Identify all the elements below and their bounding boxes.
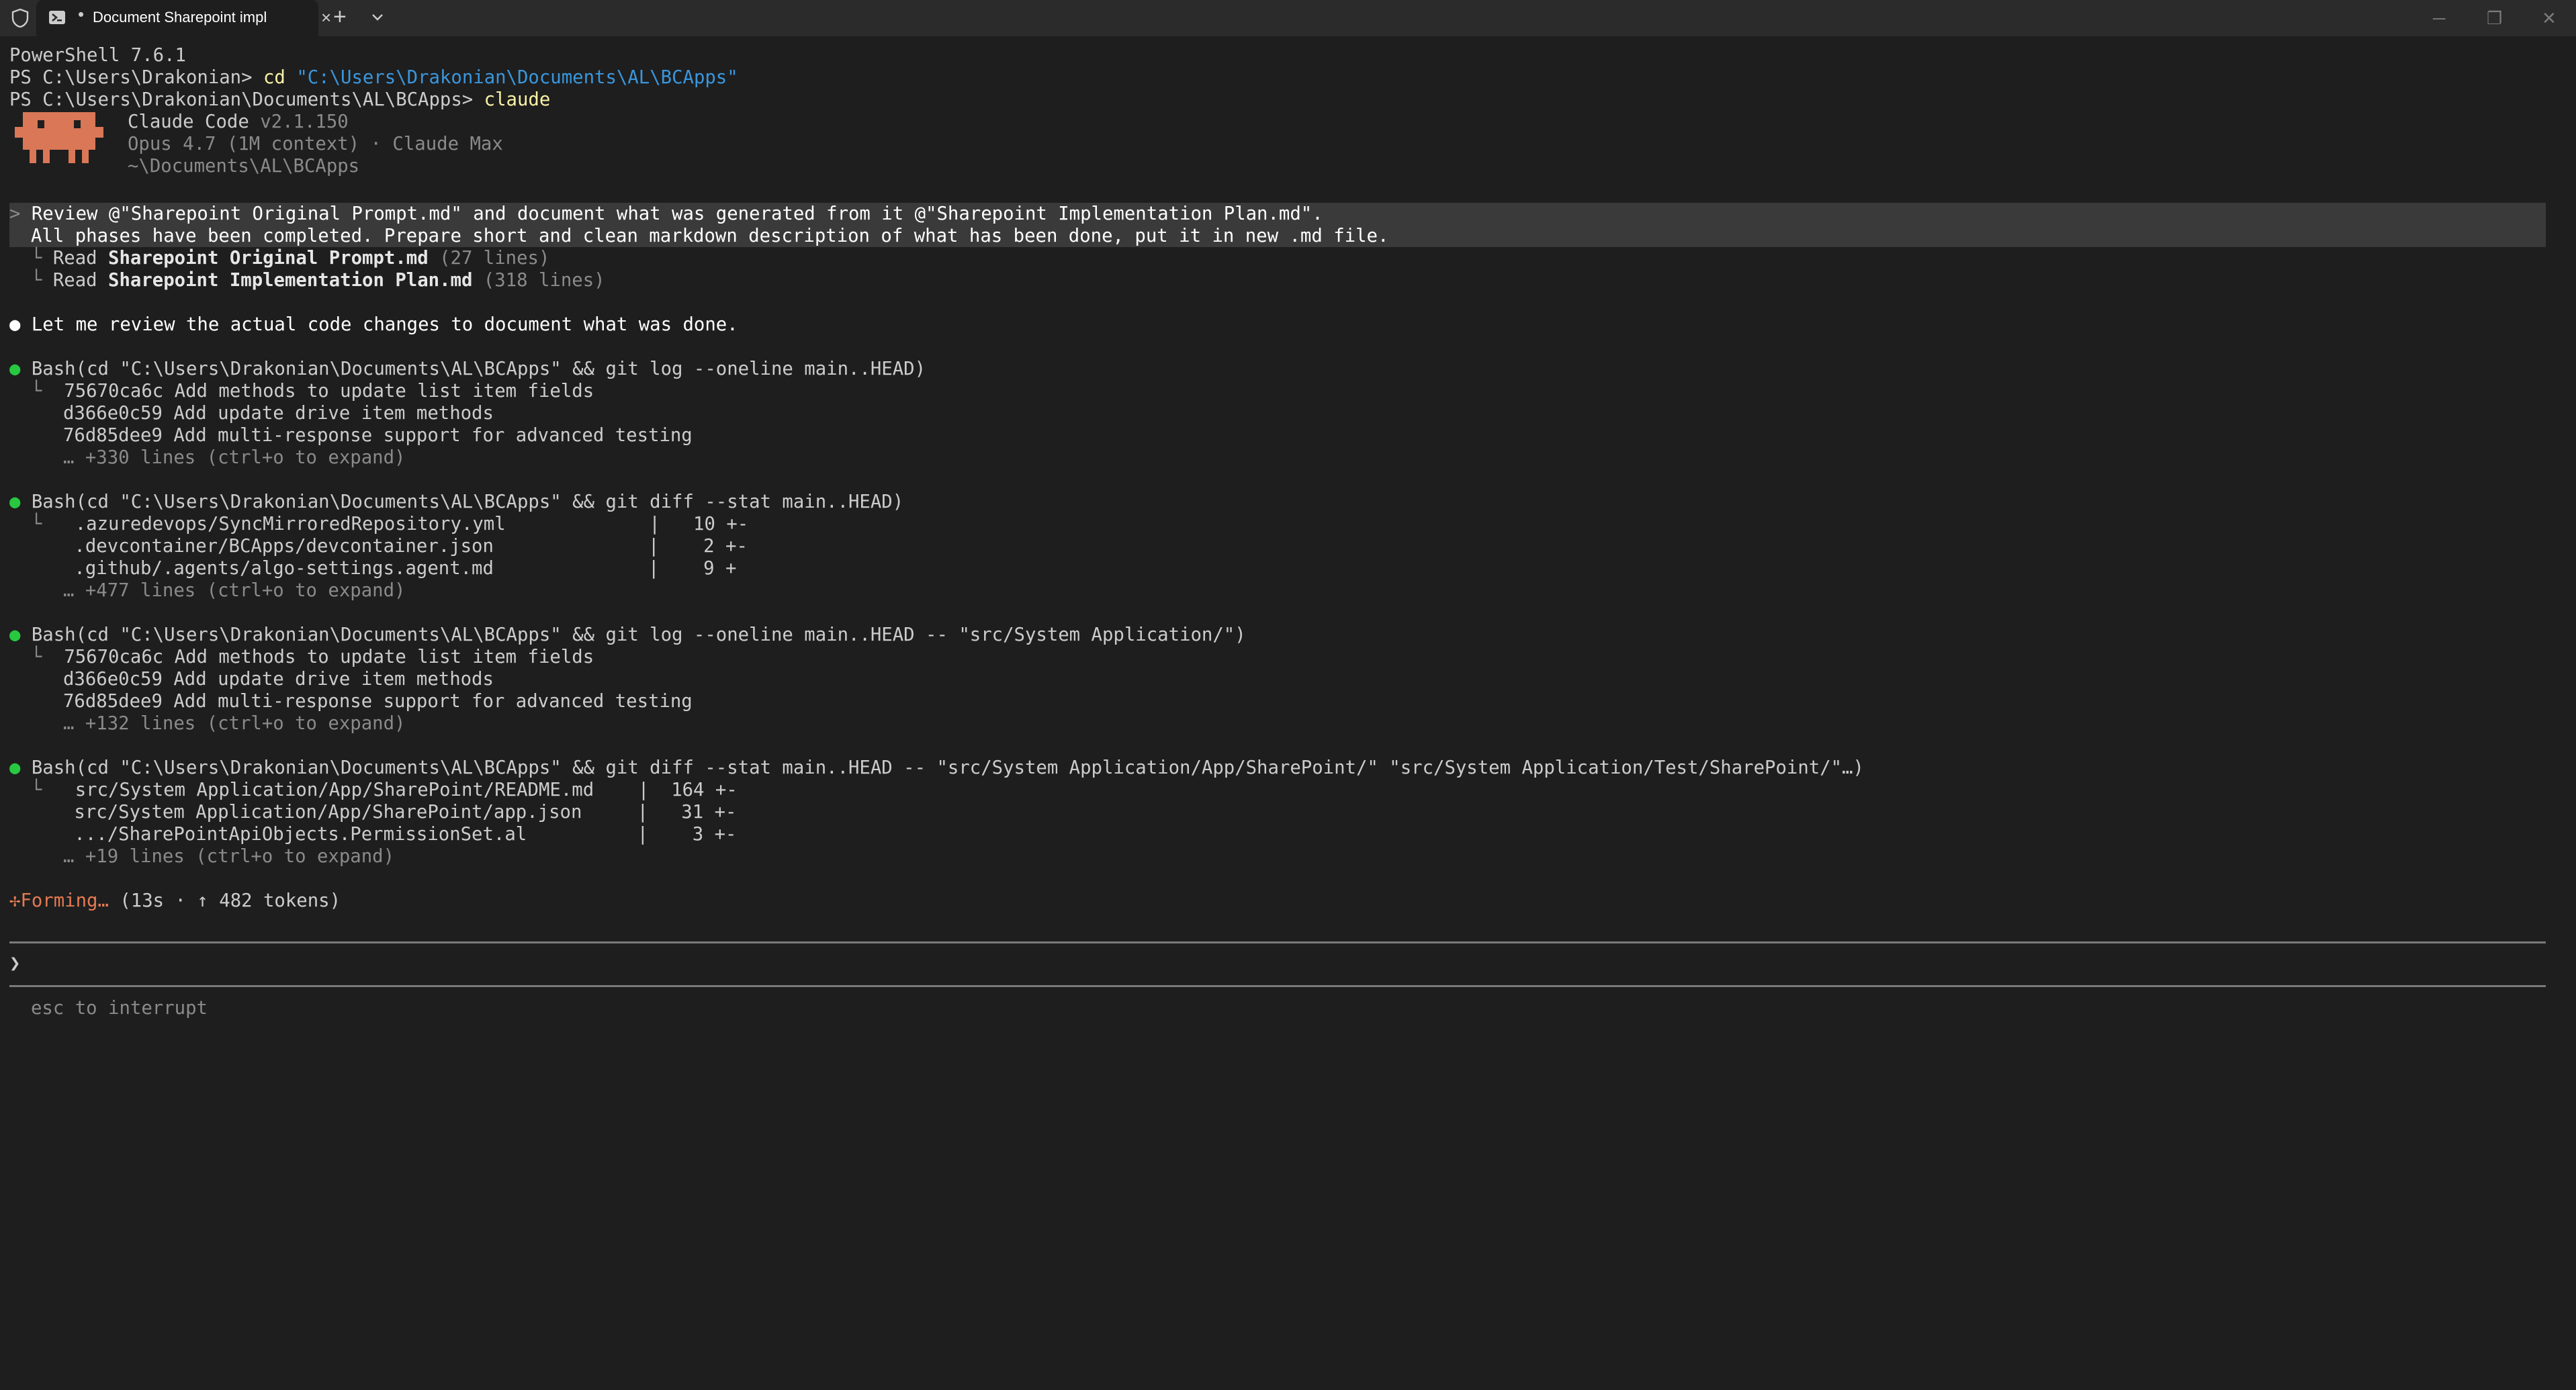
tool-call: ● Bash(cd "C:\Users\Drakonian\Documents\… — [9, 358, 926, 380]
prompt-input[interactable]: ❯ — [9, 952, 20, 974]
read-label: Read — [52, 270, 109, 291]
tool-output-line: └ src/System Application/App/SharePoint/… — [31, 779, 738, 801]
tree-branch-icon: └ — [31, 248, 42, 269]
tree-branch-icon: └ — [31, 381, 42, 402]
minimize-icon[interactable]: ─ — [2433, 8, 2445, 29]
expand-hint[interactable]: … +330 lines (ctrl+o to expand) — [63, 447, 405, 469]
read-label: Read — [52, 248, 109, 269]
file-name: Sharepoint Original Prompt.md — [108, 248, 429, 269]
tool-output-line: 76d85dee9 Add multi-response support for… — [63, 691, 693, 712]
file-name: Sharepoint Implementation Plan.md — [108, 270, 473, 291]
output-text: 75670ca6c Add methods to update list ite… — [64, 647, 594, 667]
tree-branch-icon: └ — [31, 514, 42, 535]
expand-hint[interactable]: … +477 lines (ctrl+o to expand) — [63, 580, 405, 602]
new-tab-icon[interactable]: + — [333, 4, 347, 30]
status-line: ✢Forming… (13s · ↑ 482 tokens) — [9, 890, 341, 912]
tree-branch-icon: └ — [31, 270, 42, 291]
powershell-icon — [49, 11, 65, 24]
tab-title: Document Sharepoint impl — [93, 9, 267, 26]
command-line: PS C:\Users\Drakonian\Documents\AL\BCApp… — [9, 89, 550, 111]
bash-command: Bash(cd "C:\Users\Drakonian\Documents\AL… — [31, 624, 1246, 645]
tool-output-line: .../SharePointApiObjects.PermissionSet.a… — [63, 824, 737, 845]
bullet-icon: ● — [9, 314, 21, 335]
user-message: > Review @"Sharepoint Original Prompt.md… — [9, 203, 1323, 225]
ps-version: PowerShell 7.6.1 — [9, 45, 186, 66]
success-bullet-icon: ● — [9, 359, 21, 379]
tool-output-line: d366e0c59 Add update drive item methods — [63, 669, 494, 690]
tool-output-line: └ 75670ca6c Add methods to update list i… — [31, 380, 594, 402]
bash-command: Bash(cd "C:\Users\Drakonian\Documents\AL… — [31, 492, 904, 512]
tool-output-line: src/System Application/App/SharePoint/ap… — [63, 802, 737, 823]
tool-call: ● Bash(cd "C:\Users\Drakonian\Documents\… — [9, 491, 903, 513]
title-bar: • Document Sharepoint impl × + ─ ❐ ✕ — [0, 0, 2576, 36]
claude-banner-title: Claude Code v2.1.150 — [128, 111, 349, 133]
chevron-right-icon: > — [9, 203, 21, 224]
status-word: Forming… — [20, 890, 109, 911]
interrupt-hint: esc to interrupt — [31, 998, 208, 1019]
tree-branch-icon: └ — [31, 647, 42, 667]
app-name: Claude Code — [128, 111, 261, 132]
prompt: PS C:\Users\Drakonian> — [9, 67, 263, 88]
tool-output-line: d366e0c59 Add update drive item methods — [63, 403, 494, 424]
user-message-line: Review @"Sharepoint Original Prompt.md" … — [31, 203, 1323, 224]
tool-output-line: 76d85dee9 Add multi-response support for… — [63, 425, 693, 446]
input-bottom-divider — [9, 985, 2546, 987]
command: cd — [263, 67, 297, 88]
line-count: (318 lines) — [472, 270, 605, 291]
output-text: src/System Application/App/SharePoint/RE… — [64, 780, 738, 800]
output-text: 75670ca6c Add methods to update list ite… — [64, 381, 594, 402]
output-text: .azuredevops/SyncMirroredRepository.yml … — [64, 514, 749, 535]
working-directory: ~\Documents\AL\BCApps — [128, 156, 360, 177]
tool-output-line: └ .azuredevops/SyncMirroredRepository.ym… — [31, 513, 748, 535]
expand-hint[interactable]: … +132 lines (ctrl+o to expand) — [63, 712, 405, 735]
expand-hint[interactable]: … +19 lines (ctrl+o to expand) — [63, 845, 394, 868]
assistant-message: ● Let me review the actual code changes … — [9, 314, 738, 336]
prompt: PS C:\Users\Drakonian\Documents\AL\BCApp… — [9, 89, 484, 110]
user-message-line: All phases have been completed. Prepare … — [31, 226, 1389, 246]
command: claude — [484, 89, 551, 110]
restore-icon[interactable]: ❐ — [2487, 8, 2502, 29]
tool-call: ● Bash(cd "C:\Users\Drakonian\Documents\… — [9, 757, 1864, 779]
tree-branch-icon: └ — [31, 780, 42, 800]
read-result: └ Read Sharepoint Implementation Plan.md… — [31, 269, 605, 291]
status-detail: (13s · ↑ 482 tokens) — [108, 890, 341, 911]
claude-mascot-icon — [15, 112, 103, 163]
success-bullet-icon: ● — [9, 492, 21, 512]
read-result: └ Read Sharepoint Original Prompt.md (27… — [31, 247, 549, 269]
command-argument: "C:\Users\Drakonian\Documents\AL\BCApps" — [296, 67, 738, 88]
spinner-icon: ✢ — [9, 890, 21, 911]
bash-command: Bash(cd "C:\Users\Drakonian\Documents\AL… — [31, 359, 926, 379]
shield-icon — [11, 8, 29, 28]
tool-output-line: .devcontainer/BCApps/devcontainer.json |… — [63, 536, 748, 557]
input-top-divider — [9, 941, 2546, 943]
terminal-tab[interactable]: • Document Sharepoint impl × — [36, 0, 331, 36]
tab-close-icon[interactable]: × — [321, 7, 331, 28]
tool-call: ● Bash(cd "C:\Users\Drakonian\Documents\… — [9, 624, 1246, 646]
prompt-chevron-icon: ❯ — [9, 953, 21, 974]
tab-activity-indicator: • — [78, 4, 85, 24]
assistant-text: Let me review the actual code changes to… — [31, 314, 738, 335]
success-bullet-icon: ● — [9, 624, 21, 645]
tool-output-line: └ 75670ca6c Add methods to update list i… — [31, 646, 594, 668]
command-line: PS C:\Users\Drakonian> cd "C:\Users\Drak… — [9, 66, 738, 89]
app-version: v2.1.150 — [260, 111, 349, 132]
bash-command: Bash(cd "C:\Users\Drakonian\Documents\AL… — [31, 757, 1864, 778]
tool-output-line: .github/.agents/algo-settings.agent.md |… — [63, 558, 737, 579]
line-count: (27 lines) — [428, 248, 550, 269]
success-bullet-icon: ● — [9, 757, 21, 778]
window-close-icon[interactable]: ✕ — [2542, 8, 2557, 29]
chevron-down-icon[interactable] — [371, 11, 384, 24]
model-info: Opus 4.7 (1M context) · Claude Max — [128, 134, 503, 154]
